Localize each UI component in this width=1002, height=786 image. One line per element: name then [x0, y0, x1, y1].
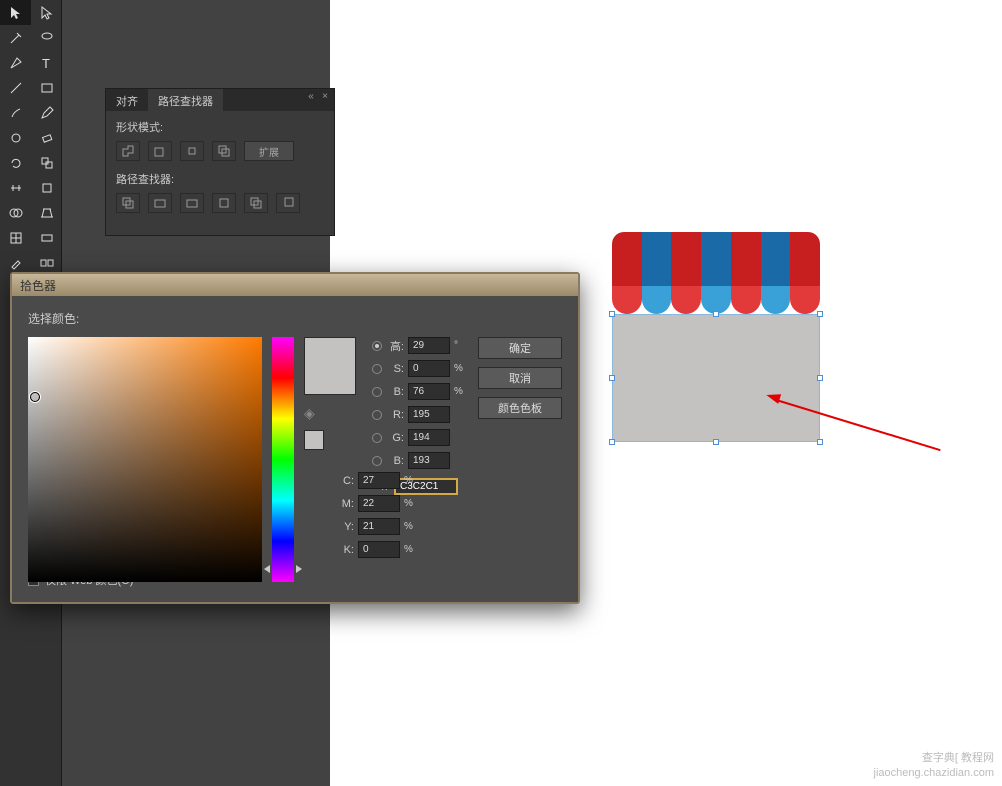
- hue-label: 高:: [386, 338, 404, 354]
- blob-brush-tool[interactable]: [0, 125, 31, 150]
- gamut-warning-icon[interactable]: ◈: [304, 405, 315, 422]
- store-illustration[interactable]: [612, 232, 820, 442]
- store-body-selected[interactable]: [612, 314, 820, 442]
- k-unit: %: [404, 544, 418, 555]
- free-transform-tool[interactable]: [31, 175, 62, 200]
- color-preview-current: [304, 430, 324, 450]
- line-tool[interactable]: [0, 75, 31, 100]
- bri-radio[interactable]: [372, 387, 382, 397]
- magic-wand-tool[interactable]: [0, 25, 31, 50]
- lasso-tool[interactable]: [31, 25, 62, 50]
- intersect-icon[interactable]: [180, 141, 204, 161]
- cancel-button[interactable]: 取消: [478, 367, 562, 389]
- perspective-grid-tool[interactable]: [31, 200, 62, 225]
- panel-tabs: 对齐 路径查找器 « ×: [106, 89, 334, 111]
- selection-handle[interactable]: [609, 375, 615, 381]
- y-label: Y:: [336, 521, 354, 533]
- minus-back-icon[interactable]: [276, 193, 300, 213]
- selection-tool[interactable]: [0, 0, 31, 25]
- c-unit: %: [404, 475, 418, 486]
- type-tool[interactable]: T: [31, 50, 62, 75]
- bri-input[interactable]: [408, 383, 450, 400]
- color-preview-new: [304, 337, 356, 395]
- divide-icon[interactable]: [116, 193, 140, 213]
- expand-button[interactable]: 扩展: [244, 141, 294, 161]
- y-unit: %: [404, 521, 418, 532]
- selection-handle[interactable]: [609, 439, 615, 445]
- color-picker-dialog: 拾色器 选择颜色: ◈ 高: °: [10, 272, 580, 604]
- eraser-tool[interactable]: [31, 125, 62, 150]
- r-radio[interactable]: [372, 410, 382, 420]
- awning-scallops: [612, 286, 820, 314]
- scale-tool[interactable]: [31, 150, 62, 175]
- width-tool[interactable]: [0, 175, 31, 200]
- selection-handle[interactable]: [817, 375, 823, 381]
- gradient-tool[interactable]: [31, 225, 62, 250]
- unite-icon[interactable]: [116, 141, 140, 161]
- m-input[interactable]: [358, 495, 400, 512]
- trim-icon[interactable]: [148, 193, 172, 213]
- mesh-tool[interactable]: [0, 225, 31, 250]
- g-radio[interactable]: [372, 433, 382, 443]
- k-input[interactable]: [358, 541, 400, 558]
- sat-unit: %: [454, 363, 468, 374]
- tab-pathfinder[interactable]: 路径查找器: [148, 89, 223, 111]
- pen-tool[interactable]: [0, 50, 31, 75]
- shape-builder-tool[interactable]: [0, 200, 31, 225]
- panel-close-icon[interactable]: ×: [320, 92, 330, 102]
- tab-align[interactable]: 对齐: [106, 89, 148, 111]
- paintbrush-tool[interactable]: [0, 100, 31, 125]
- swatches-button[interactable]: 颜色色板: [478, 397, 562, 419]
- rectangle-tool[interactable]: [31, 75, 62, 100]
- b-input[interactable]: [408, 452, 450, 469]
- panel-collapse-icon[interactable]: «: [306, 92, 316, 102]
- awning: [612, 232, 820, 290]
- shape-modes-label: 形状模式:: [116, 119, 324, 135]
- sat-radio[interactable]: [372, 364, 382, 374]
- exclude-icon[interactable]: [212, 141, 236, 161]
- svg-text:T: T: [42, 56, 50, 71]
- b-radio[interactable]: [372, 456, 382, 466]
- selection-handle[interactable]: [609, 311, 615, 317]
- pencil-tool[interactable]: [31, 100, 62, 125]
- pathfinder-panel: 对齐 路径查找器 « × 形状模式: 扩展 路径查找器:: [105, 88, 335, 236]
- hue-radio[interactable]: [372, 341, 382, 351]
- bri-label: B:: [386, 386, 404, 398]
- c-input[interactable]: [358, 472, 400, 489]
- saturation-field[interactable]: [28, 337, 262, 582]
- m-label: M:: [336, 498, 354, 510]
- selection-handle[interactable]: [713, 311, 719, 317]
- saturation-cursor: [30, 392, 40, 402]
- g-label: G:: [386, 432, 404, 444]
- sat-label: S:: [386, 363, 404, 375]
- hue-slider[interactable]: [272, 337, 294, 582]
- c-label: C:: [336, 475, 354, 487]
- pathfinders-label: 路径查找器:: [116, 171, 324, 187]
- sat-input[interactable]: [408, 360, 450, 377]
- g-input[interactable]: [408, 429, 450, 446]
- direct-selection-tool[interactable]: [31, 0, 62, 25]
- hue-unit: °: [454, 340, 468, 351]
- crop-icon[interactable]: [212, 193, 236, 213]
- selection-handle[interactable]: [817, 439, 823, 445]
- outline-icon[interactable]: [244, 193, 268, 213]
- rotate-tool[interactable]: [0, 150, 31, 175]
- dialog-titlebar[interactable]: 拾色器: [12, 274, 578, 296]
- b-label: B:: [386, 455, 404, 467]
- ok-button[interactable]: 确定: [478, 337, 562, 359]
- m-unit: %: [404, 498, 418, 509]
- y-input[interactable]: [358, 518, 400, 535]
- selection-handle[interactable]: [713, 439, 719, 445]
- merge-icon[interactable]: [180, 193, 204, 213]
- minus-front-icon[interactable]: [148, 141, 172, 161]
- select-color-label: 选择颜色:: [28, 310, 562, 327]
- k-label: K:: [336, 544, 354, 556]
- r-input[interactable]: [408, 406, 450, 423]
- hue-input[interactable]: [408, 337, 450, 354]
- r-label: R:: [386, 409, 404, 421]
- selection-handle[interactable]: [817, 311, 823, 317]
- bri-unit: %: [454, 386, 468, 397]
